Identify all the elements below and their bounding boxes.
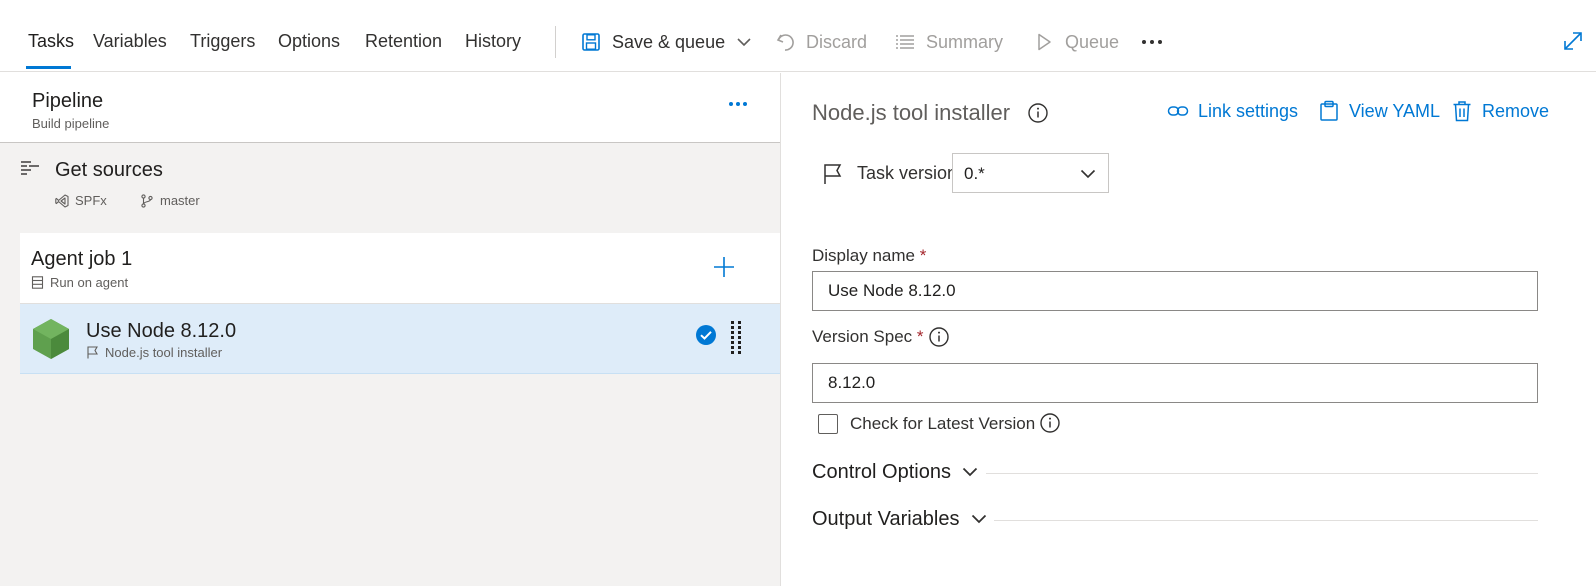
link-settings-button[interactable]: Link settings [1167,99,1298,123]
task-subtitle-text: Node.js tool installer [105,345,223,360]
tab-tasks[interactable]: Tasks [28,31,74,52]
check-latest-checkbox[interactable] [818,414,838,434]
check-latest-label[interactable]: Check for Latest Version [850,414,1035,434]
flag-icon [822,163,844,185]
discard-button[interactable]: Discard [774,30,867,54]
control-options-section[interactable]: Control Options [812,459,979,485]
tab-retention[interactable]: Retention [365,31,442,52]
server-icon [31,276,44,289]
info-icon[interactable] [928,326,950,348]
summary-label: Summary [926,31,1004,52]
link-settings-label: Link settings [1198,100,1299,121]
nodejs-hexagon-icon [32,318,70,365]
task-title: Use Node 8.12.0 [86,320,237,342]
remove-label: Remove [1482,100,1550,121]
repo-meta: SPFx [55,193,107,208]
task-item-use-node[interactable]: Use Node 8.12.0 Node.js tool installer [20,304,780,374]
more-actions-ellipsis-icon[interactable] [1139,30,1165,54]
add-task-plus-icon[interactable] [712,255,736,279]
agent-job-title: Agent job 1 [31,248,133,270]
output-variables-label: Output Variables [812,507,960,530]
play-icon [1033,31,1055,53]
toolbar-divider [555,26,556,58]
branch-icon [140,193,154,208]
display-name-input[interactable] [812,271,1538,311]
view-yaml-label: View YAML [1349,100,1441,121]
undo-icon [774,31,796,53]
pipeline-tree-pane: Pipeline Build pipeline Get sources SPFx… [0,73,781,586]
save-icon [580,31,602,53]
active-tab-indicator [26,66,71,69]
pipeline-ellipsis-icon[interactable] [727,99,749,109]
queue-label: Queue [1065,31,1120,52]
info-icon[interactable] [1027,102,1049,124]
display-name-label-text: Display name [812,246,915,265]
task-version-label: Task version [857,163,958,183]
info-icon[interactable] [1039,412,1061,434]
task-details-pane: Node.js tool installer Link settings Vie… [781,73,1596,586]
tab-options[interactable]: Options [278,31,340,52]
visual-studio-icon [55,193,69,208]
output-variables-section[interactable]: Output Variables [812,506,988,532]
task-version-dropdown[interactable]: 0.* [952,153,1109,193]
task-subtitle: Node.js tool installer [86,345,222,360]
section-divider [986,473,1538,474]
tab-variables[interactable]: Variables [93,31,167,52]
chevron-down-icon[interactable] [735,33,753,51]
sources-list-icon [20,159,40,184]
expand-icon[interactable] [1562,30,1584,52]
summary-button[interactable]: Summary [894,30,1003,54]
toolbar: Tasks Variables Triggers Options Retenti… [0,0,1596,72]
version-spec-label-text: Version Spec [812,327,913,346]
task-version-value: 0.* [964,164,985,183]
version-spec-input[interactable] [812,363,1538,403]
enabled-check-icon [695,324,717,346]
agent-job-subtitle-text: Run on agent [50,275,129,290]
required-mark: * [916,327,924,346]
pipeline-header[interactable]: Pipeline Build pipeline [0,73,780,143]
remove-button[interactable]: Remove [1451,99,1549,123]
control-options-label: Control Options [812,460,951,483]
save-and-queue-label: Save & queue [612,31,726,52]
clipboard-icon [1318,100,1340,122]
chevron-down-icon [961,463,979,481]
required-mark: * [919,246,927,265]
flag-icon [86,346,99,359]
section-divider [994,520,1538,521]
branch-name: master [160,193,200,208]
chevron-down-icon [970,510,988,528]
tab-history[interactable]: History [465,31,521,52]
agent-job-subtitle: Run on agent [31,275,128,290]
chevron-down-icon [1079,165,1097,183]
list-icon [894,31,916,53]
agent-job-item[interactable]: Agent job 1 Run on agent [20,233,780,304]
view-yaml-button[interactable]: View YAML [1318,99,1440,123]
queue-button[interactable]: Queue [1033,30,1119,54]
save-and-queue-button[interactable]: Save & queue [580,30,753,54]
discard-label: Discard [806,31,868,52]
pipeline-title: Pipeline [32,90,104,112]
pipeline-subtitle: Build pipeline [32,116,110,131]
link-icon [1167,100,1189,122]
repo-name: SPFx [75,193,107,208]
version-spec-label: Version Spec * [812,327,924,347]
display-name-label: Display name * [812,246,926,266]
get-sources-item[interactable]: Get sources SPFx master [0,153,780,233]
branch-meta: master [140,193,200,208]
drag-handle-icon[interactable] [729,320,743,356]
tab-triggers[interactable]: Triggers [190,31,255,52]
task-details-title: Node.js tool installer [812,100,1011,125]
trash-icon [1451,100,1473,122]
get-sources-title: Get sources [55,159,163,181]
